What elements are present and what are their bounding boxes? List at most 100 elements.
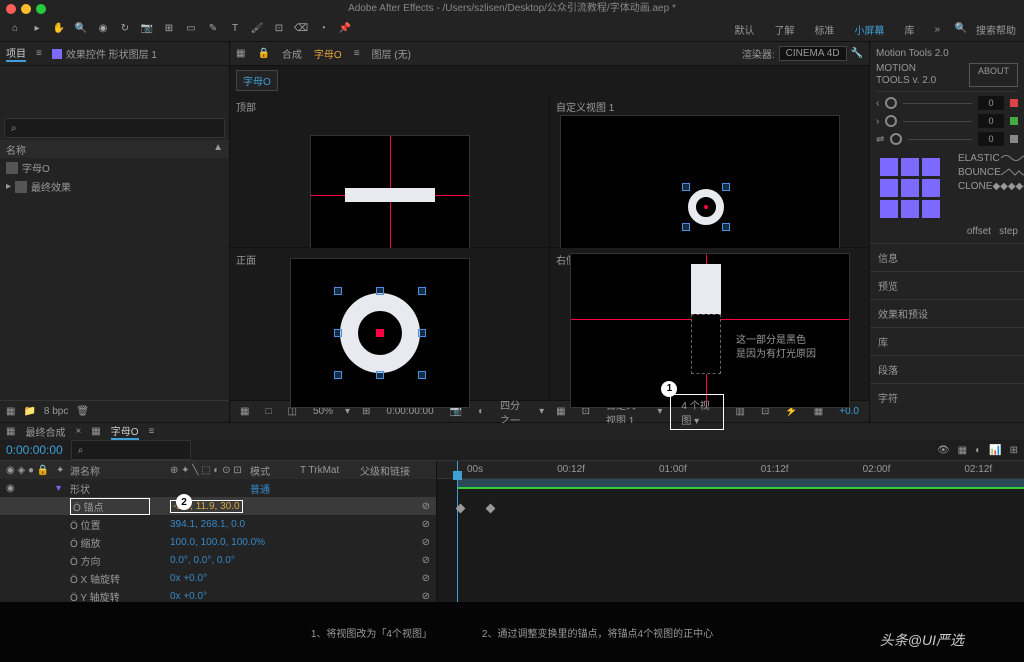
name-column[interactable]: 名称 <box>6 142 26 156</box>
transform-property-row[interactable]: Ö 缩放100.0, 100.0, 100.0%⊘ <box>0 533 436 551</box>
viewport-custom1[interactable]: 自定义视图 1 <box>550 95 869 247</box>
workspace-learn[interactable]: 了解 <box>768 20 800 39</box>
mode-column[interactable]: 模式 <box>250 463 300 478</box>
new-folder-icon[interactable]: 📁 <box>23 406 35 417</box>
panel-menu-icon[interactable]: ≡ <box>36 48 42 59</box>
renderer-dropdown[interactable]: CINEMA 4D <box>779 46 847 61</box>
orbit-tool-icon[interactable]: ◉ <box>96 23 110 37</box>
panel-grip-icon[interactable]: ▦ <box>236 48 245 59</box>
layer-tab[interactable]: 图层 (无) <box>372 46 411 61</box>
viewport-front[interactable]: 正面 <box>230 248 549 400</box>
timecode-display[interactable]: 0:00:00:00 <box>6 443 63 457</box>
character-panel[interactable]: 字符 <box>870 383 1024 411</box>
anchor-grid[interactable] <box>880 158 940 218</box>
home-icon[interactable]: ⌂ <box>8 23 22 37</box>
panel-grip-icon[interactable]: ▦ <box>6 426 15 437</box>
layer-row[interactable]: ◉▾ 形状 普通 <box>0 479 436 497</box>
keyframe-icon[interactable] <box>486 504 496 514</box>
channels-icon[interactable]: □ <box>261 405 275 418</box>
transform-property-row[interactable]: Ö 位置394.1, 268.1, 0.0⊘ <box>0 515 436 533</box>
workspace-standard[interactable]: 标准 <box>808 20 840 39</box>
layer-color-icon <box>52 49 62 59</box>
rotate-tool-icon[interactable]: ↻ <box>118 23 132 37</box>
hand-tool-icon[interactable]: ✋ <box>52 23 66 37</box>
slider-out[interactable]: ›0 <box>876 114 1018 128</box>
source-column[interactable]: 源名称 <box>70 463 170 478</box>
camera-tool-icon[interactable]: 📷 <box>140 23 154 37</box>
timeline-search[interactable]: ⌕ <box>71 440 191 460</box>
slider-both[interactable]: ⇌0 <box>876 132 1018 146</box>
text-tool-icon[interactable]: T <box>228 23 242 37</box>
minimize-icon[interactable] <box>21 4 31 14</box>
parent-column[interactable]: 父级和链接 <box>360 463 430 478</box>
bpc-label[interactable]: 8 bpc <box>44 406 68 417</box>
comp-icon <box>6 162 18 174</box>
trash-icon[interactable]: 🗑 <box>76 406 89 417</box>
transform-property-row[interactable]: Ö 方向0.0°, 0.0°, 0.0°⊘ <box>0 551 436 569</box>
close-tab-icon[interactable]: × <box>75 426 81 437</box>
settings-icon[interactable]: 🔧 <box>851 48 863 59</box>
type-column-icon[interactable]: ▲ <box>213 142 223 156</box>
project-tab[interactable]: 项目 <box>6 45 26 62</box>
grid-icon[interactable]: ▦ <box>552 405 569 418</box>
chevron-down-icon[interactable]: ▾ <box>539 406 544 417</box>
graph-icon[interactable]: 📊 <box>989 445 1001 456</box>
transform-property-row[interactable]: Ö X 轴旋转0x +0.0°⊘ <box>0 569 436 587</box>
time-ruler[interactable]: 00s00:12f01:00f01:12f02:00f02:12f03:00f0… <box>437 461 1024 479</box>
effect-controls-tab[interactable]: 效果控件 形状图层 1 <box>52 46 157 61</box>
workspace-default[interactable]: 默认 <box>728 20 760 39</box>
paragraph-panel[interactable]: 段落 <box>870 355 1024 383</box>
roto-tool-icon[interactable]: ◔ <box>316 23 330 37</box>
channel-icon[interactable]: ◐ <box>474 405 488 418</box>
flowchart-tab[interactable]: 字母O <box>236 70 278 91</box>
about-button[interactable]: ABOUT <box>969 63 1018 87</box>
search-icon[interactable]: 🔍 <box>954 23 968 37</box>
brush-tool-icon[interactable]: 🖌 <box>250 23 264 37</box>
motion-blur-icon[interactable]: ◐ <box>975 445 981 456</box>
four-view-dropdown[interactable]: 4 个视图 ▾ 1 <box>670 394 723 430</box>
lock-icon[interactable]: 🔒 <box>257 48 269 59</box>
eraser-tool-icon[interactable]: ⌫ <box>294 23 308 37</box>
panel-menu-icon[interactable]: ≡ <box>354 48 360 59</box>
pen-tool-icon[interactable]: ✎ <box>206 23 220 37</box>
info-panel[interactable]: 信息 <box>870 243 1024 271</box>
shape-tool-icon[interactable]: ▭ <box>184 23 198 37</box>
project-search-input[interactable]: ⌕ <box>4 118 225 138</box>
workspace-more-icon[interactable]: » <box>928 22 946 37</box>
puppet-tool-icon[interactable]: 📌 <box>338 23 352 37</box>
slider-in[interactable]: ‹0 <box>876 96 1018 110</box>
layer-switches-icon[interactable]: ⊞ <box>1010 445 1018 456</box>
effects-presets-panel[interactable]: 效果和预设 <box>870 299 1024 327</box>
workspace-small[interactable]: 小屏幕 <box>848 20 890 39</box>
search-help-label[interactable]: 搜索帮助 <box>976 22 1016 37</box>
project-item-comp[interactable]: 字母O <box>0 158 229 177</box>
viewport-grid: 顶部 自定义视图 1 正面 <box>230 95 869 400</box>
timeline-tab-final[interactable]: 最终合成 <box>25 424 65 439</box>
workspace-lib[interactable]: 库 <box>898 20 920 39</box>
transform-property-row[interactable]: Ö 锚点-5.9, 11.9, 30.0⊘2 <box>0 497 436 515</box>
frame-blend-icon[interactable]: ▦ <box>958 445 967 456</box>
selection-tool-icon[interactable]: ▸ <box>30 23 44 37</box>
alpha-icon[interactable]: ▦ <box>236 405 253 418</box>
folder-icon <box>15 181 27 193</box>
shy-icon[interactable]: 👁 <box>937 445 950 456</box>
timeline-tab-letter[interactable]: 字母O <box>111 423 139 440</box>
comp-tab-active[interactable]: 字母O <box>314 46 342 61</box>
new-comp-icon[interactable]: ▦ <box>6 406 15 417</box>
panel-menu-icon[interactable]: ≡ <box>149 426 155 437</box>
trkmat-column[interactable]: T TrkMat <box>300 465 360 476</box>
panbehind-tool-icon[interactable]: ⊞ <box>162 23 176 37</box>
motion-tools-logo: MOTIONTOOLS v. 2.0 <box>876 63 936 87</box>
av-column[interactable]: ◉ ◈ ● 🔒 <box>6 465 56 476</box>
library-panel[interactable]: 库 <box>870 327 1024 355</box>
panel-grip-icon[interactable]: ▦ <box>91 426 100 437</box>
maximize-icon[interactable] <box>36 4 46 14</box>
project-item-folder[interactable]: ▸ 最终效果 <box>0 177 229 196</box>
close-icon[interactable] <box>6 4 16 14</box>
viewport-right[interactable]: 右侧 这一部分是黑色 是因为有灯光原因 <box>550 248 869 400</box>
work-area-bar[interactable] <box>457 479 1024 487</box>
preview-panel[interactable]: 预览 <box>870 271 1024 299</box>
viewport-top[interactable]: 顶部 <box>230 95 549 247</box>
stamp-tool-icon[interactable]: ⊡ <box>272 23 286 37</box>
zoom-tool-icon[interactable]: 🔍 <box>74 23 88 37</box>
